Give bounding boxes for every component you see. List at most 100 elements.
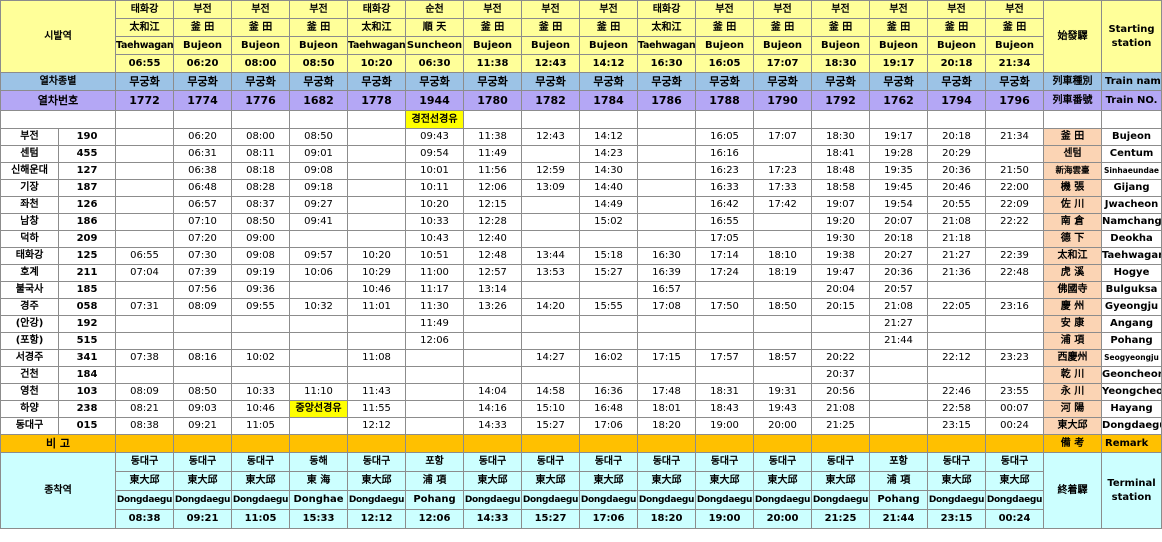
train-origin-han: 釜 田: [695, 18, 755, 37]
table-row: 남창 186 07:10 08:50 09:41 10:33 12:28 15:02 16:55…: [0, 213, 1162, 231]
train-origin-han: 太和江: [347, 18, 407, 37]
stop-time: [985, 366, 1045, 384]
stop-time: [289, 281, 349, 299]
train-number: 1782: [521, 90, 581, 111]
remark-cell: [985, 434, 1045, 453]
station-distance: 103: [57, 383, 117, 401]
train-type: 무궁화: [985, 72, 1045, 91]
terminal-label: 종착역: [0, 452, 117, 529]
stop-time: 14:20: [521, 298, 581, 316]
station-name: 하양: [0, 400, 59, 418]
stop-time: 11:17: [405, 281, 465, 299]
stop-time: 18:58: [811, 179, 871, 197]
train-type: 무궁화: [347, 72, 407, 91]
stop-time: 20:55: [927, 196, 987, 214]
train-dest-han: 浦 項: [869, 471, 929, 491]
stop-time: [637, 128, 697, 146]
stop-time: [753, 366, 813, 384]
stop-time: 11:01: [347, 298, 407, 316]
stop-time: [753, 213, 813, 231]
remark-cell: [811, 434, 871, 453]
stop-time: [637, 230, 697, 248]
train-origin-han: 順 天: [405, 18, 465, 37]
stop-time: [927, 366, 987, 384]
table-row: 하양 238 08:21 09:03 10:46 중앙선경유 11:55 14:16 15:10…: [0, 400, 1162, 418]
train-dest-ko: 동대구: [753, 452, 813, 472]
train-no-en: Train NO.: [1101, 90, 1162, 111]
stop-time: 12:28: [463, 213, 523, 231]
stop-time: 12:06: [463, 179, 523, 197]
train-arr: 12:12: [347, 509, 407, 529]
train-number: 1682: [289, 90, 349, 111]
stop-time: 14:27: [521, 349, 581, 367]
stop-time: 19:31: [753, 383, 813, 401]
stop-time: 11:08: [347, 349, 407, 367]
remark-cell: [637, 434, 697, 453]
train-dep: 08:00: [231, 54, 291, 73]
stop-time: 20:27: [869, 247, 929, 265]
train-dest-han: 東大邱: [521, 471, 581, 491]
train-origin-ko: 부전: [463, 0, 523, 19]
stop-time: [115, 145, 175, 163]
stop-time: 22:46: [927, 383, 987, 401]
train-dest-ko: 동대구: [985, 452, 1045, 472]
train-number: 1786: [637, 90, 697, 111]
stop-time: 23:55: [985, 383, 1045, 401]
stop-time: 16:05: [695, 128, 755, 146]
stop-time: 14:40: [579, 179, 639, 197]
stop-time: 23:15: [927, 417, 987, 435]
table-row: 부전 190 06:20 08:00 08:50 09:43 11:38 12:43 14:12…: [0, 128, 1162, 146]
stop-time: 11:30: [405, 298, 465, 316]
stop-time: 08:11: [231, 145, 291, 163]
station-name-en: Angang: [1101, 315, 1162, 333]
blank-cell: [579, 110, 639, 129]
stop-time: [231, 315, 291, 333]
train-dest-en: Dongdaegu: [347, 490, 407, 510]
train-origin-han: 釜 田: [231, 18, 291, 37]
stop-time: 19:17: [869, 128, 929, 146]
station-distance: 015: [57, 417, 117, 435]
stop-time: 17:06: [579, 417, 639, 435]
stop-time: 11:49: [405, 315, 465, 333]
stop-time: 06:57: [173, 196, 233, 214]
stop-time: [115, 128, 175, 146]
stop-time: 09:00: [231, 230, 291, 248]
station-distance: 209: [57, 230, 117, 248]
stop-time: [289, 230, 349, 248]
station-name: 건천: [0, 366, 59, 384]
stop-time: 20:04: [811, 281, 871, 299]
stop-time: [927, 315, 987, 333]
stop-time: [405, 383, 465, 401]
stop-time: [695, 281, 755, 299]
station-distance: 211: [57, 264, 117, 282]
stop-time: 09:43: [405, 128, 465, 146]
stop-time: [985, 332, 1045, 350]
stop-time: 20:37: [811, 366, 871, 384]
stop-time: [927, 281, 987, 299]
station-name: 덕하: [0, 230, 59, 248]
train-dest-ko: 동대구: [637, 452, 697, 472]
stop-time: 19:35: [869, 162, 929, 180]
stop-time: [753, 145, 813, 163]
train-dep: 06:30: [405, 54, 465, 73]
station-name: 좌천: [0, 196, 59, 214]
stop-time: 09:03: [173, 400, 233, 418]
train-dest-en: Dongdaegu: [115, 490, 175, 510]
stop-time: 21:08: [811, 400, 871, 418]
train-dep: 16:30: [637, 54, 697, 73]
station-distance: 127: [57, 162, 117, 180]
station-name-han: 機 張: [1043, 179, 1103, 197]
train-type-en: Train name: [1101, 72, 1162, 91]
stop-time: 17:08: [637, 298, 697, 316]
train-origin-han: 太和江: [637, 18, 697, 37]
train-dep: 16:05: [695, 54, 755, 73]
stop-time: 07:20: [173, 230, 233, 248]
stop-time: 22:22: [985, 213, 1045, 231]
stop-time: 09:36: [231, 281, 291, 299]
table-row: 太和江釜 田釜 田釜 田太和江順 天釜 田釜 田釜 田太和江釜 田釜 田釜 田釜…: [1, 18, 1162, 37]
blank-cell: [753, 110, 813, 129]
stop-time: 10:32: [289, 298, 349, 316]
stop-time: 10:11: [405, 179, 465, 197]
stop-time: [347, 179, 407, 197]
train-dep: 17:07: [753, 54, 813, 73]
